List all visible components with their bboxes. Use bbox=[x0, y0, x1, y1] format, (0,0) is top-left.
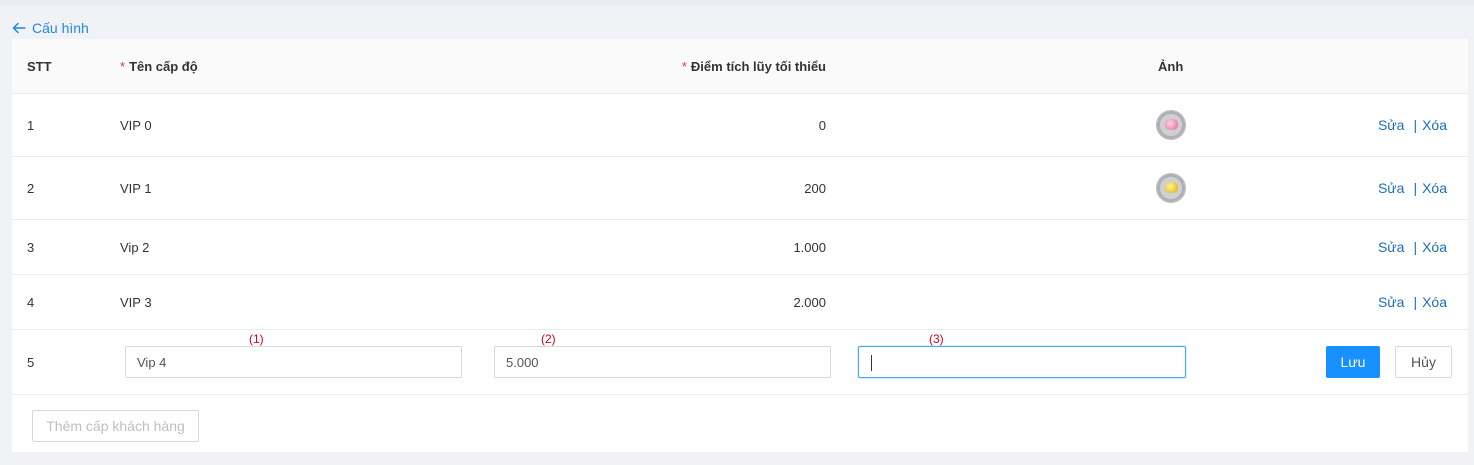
table-row: 4 VIP 3 2.000 Sửa | Xóa bbox=[12, 275, 1468, 330]
row-stt: 3 bbox=[27, 239, 35, 255]
table-row: 1 VIP 0 0 Sửa | Xóa bbox=[12, 94, 1468, 157]
row-stt: 1 bbox=[27, 117, 35, 133]
text-caret bbox=[871, 355, 872, 371]
required-mark: * bbox=[120, 59, 126, 74]
min-points-input[interactable] bbox=[494, 346, 831, 378]
action-separator: | bbox=[1413, 117, 1418, 133]
row-points: 0 bbox=[818, 117, 826, 133]
header-points: * Điểm tích lũy tối thiểu bbox=[682, 39, 826, 94]
top-strip bbox=[0, 0, 1474, 6]
action-separator: | bbox=[1413, 294, 1418, 310]
row-name: VIP 1 bbox=[120, 180, 152, 196]
action-separator: | bbox=[1413, 180, 1418, 196]
required-mark: * bbox=[681, 59, 687, 74]
row-stt: 2 bbox=[27, 180, 35, 196]
row-stt: 4 bbox=[27, 294, 35, 310]
row-actions: Sửa | Xóa bbox=[1378, 275, 1447, 329]
cancel-button[interactable]: Hủy bbox=[1395, 346, 1452, 378]
back-label: Cấu hình bbox=[32, 20, 89, 36]
edit-link[interactable]: Sửa bbox=[1378, 180, 1405, 196]
row-name: VIP 0 bbox=[120, 117, 152, 133]
back-link[interactable]: Cấu hình bbox=[12, 19, 89, 37]
row-actions: Sửa | Xóa bbox=[1378, 220, 1447, 274]
save-button[interactable]: Lưu bbox=[1326, 346, 1380, 378]
annotation-2: (2) bbox=[541, 332, 556, 346]
edit-row: 5 (1) (2) (3) Lưu Hủy bbox=[12, 330, 1468, 395]
gold-gem-icon bbox=[1156, 173, 1186, 203]
row-points: 1.000 bbox=[793, 239, 826, 255]
header-image: Ảnh bbox=[1158, 59, 1184, 74]
arrow-left-icon bbox=[12, 22, 26, 34]
edit-link[interactable]: Sửa bbox=[1378, 117, 1405, 133]
delete-link[interactable]: Xóa bbox=[1422, 239, 1447, 255]
row-image bbox=[1156, 157, 1186, 219]
row-actions: Sửa | Xóa bbox=[1378, 157, 1447, 219]
action-separator: | bbox=[1413, 239, 1418, 255]
row-name: VIP 3 bbox=[120, 294, 152, 310]
header-name-label: Tên cấp độ bbox=[129, 59, 198, 74]
edit-link[interactable]: Sửa bbox=[1378, 294, 1405, 310]
header-points-label: Điểm tích lũy tối thiểu bbox=[690, 59, 826, 74]
row-name: Vip 2 bbox=[120, 239, 150, 255]
table-row: 3 Vip 2 1.000 Sửa | Xóa bbox=[12, 220, 1468, 275]
row-points: 200 bbox=[804, 180, 826, 196]
edit-link[interactable]: Sửa bbox=[1378, 239, 1405, 255]
add-customer-tier-button[interactable]: Thêm cấp khách hàng bbox=[32, 410, 199, 442]
table-row: 2 VIP 1 200 Sửa | Xóa bbox=[12, 157, 1468, 220]
row-points: 2.000 bbox=[793, 294, 826, 310]
pink-gem-icon bbox=[1156, 110, 1186, 140]
delete-link[interactable]: Xóa bbox=[1422, 294, 1447, 310]
annotation-1: (1) bbox=[249, 332, 264, 346]
header-stt: STT bbox=[27, 59, 52, 74]
table-header: STT * Tên cấp độ * Điểm tích lũy tối thiểu… bbox=[12, 39, 1468, 94]
row-stt: 5 bbox=[27, 354, 35, 370]
tier-name-input[interactable] bbox=[125, 346, 462, 378]
annotation-3: (3) bbox=[929, 332, 944, 346]
row-actions: Sửa | Xóa bbox=[1378, 94, 1447, 156]
image-input[interactable] bbox=[858, 346, 1186, 378]
tier-table-card: STT * Tên cấp độ * Điểm tích lũy tối thiểu… bbox=[12, 39, 1468, 452]
header-name: * Tên cấp độ bbox=[120, 39, 198, 94]
row-image bbox=[1156, 94, 1186, 156]
delete-link[interactable]: Xóa bbox=[1422, 180, 1447, 196]
delete-link[interactable]: Xóa bbox=[1422, 117, 1447, 133]
